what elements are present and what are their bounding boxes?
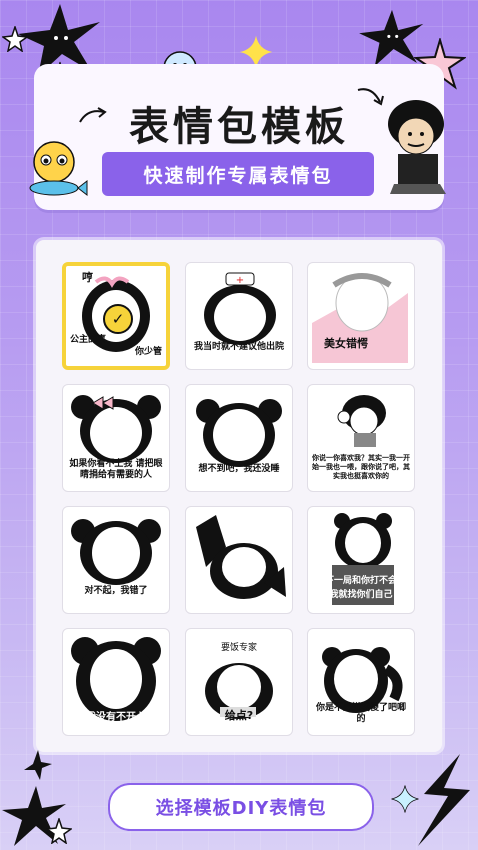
subtitle-banner: 快速制作专属表情包 <box>102 152 374 196</box>
meme-face-icon <box>196 515 286 599</box>
svg-text:+: + <box>236 275 244 286</box>
template-item[interactable]: 哼 ✓ 公主的事 你少管 <box>62 262 170 370</box>
template-item[interactable]: 对不起，我错了 <box>62 506 170 614</box>
template-item[interactable]: 下一局和你打不会 我就找你们自己 <box>307 506 415 614</box>
template-item[interactable] <box>185 506 293 614</box>
template-top-text: 哼 <box>82 271 93 284</box>
template-item[interactable]: 我没有不开心 <box>62 628 170 736</box>
emoji-fish-icon <box>29 141 88 197</box>
template-caption: 给点? <box>224 709 254 722</box>
check-icon: ✓ <box>103 304 133 334</box>
template-item[interactable]: 如果你看不上我 请把眼睛捐给有需要的人 <box>62 384 170 492</box>
template-item[interactable]: 你说一你喜欢我？其实一我一开始一我也一喂，跟你说了吧，其实我也挺喜欢你的 <box>307 384 415 492</box>
template-caption: 美女错愕 <box>324 337 368 350</box>
template-caption: 如果你看不上我 请把眼睛捐给有需要的人 <box>69 459 163 480</box>
template-caption: 公主的事 <box>70 335 107 345</box>
template-caption: 我当时就不建议他出院 <box>193 342 284 352</box>
template-item[interactable]: 美女错愕 <box>307 262 415 370</box>
template-caption: 你是不是嫌我傻了吧唧的 <box>315 703 406 724</box>
meme-character-icon <box>388 100 446 194</box>
template-item[interactable]: 想不到吧，我还没睡 <box>185 384 293 492</box>
small-star-icon <box>46 818 72 844</box>
small-star-icon <box>2 26 28 52</box>
template-item[interactable]: + 我当时就不建议他出院 <box>185 262 293 370</box>
template-caption-2: 你少管 <box>134 347 162 357</box>
template-caption: 下一局和你打不会 <box>324 576 397 586</box>
meme-face-icon <box>312 273 408 363</box>
meme-face-icon <box>196 399 282 467</box>
template-caption: 你说一你喜欢我？其实一我一开始一我也一喂，跟你说了吧，其实我也挺喜欢你的 <box>312 454 410 480</box>
meme-face-icon <box>71 519 161 585</box>
template-caption: 对不起，我错了 <box>84 586 148 596</box>
select-template-button[interactable]: 选择模板DIY表情包 <box>108 783 374 831</box>
template-caption: 想不到吧，我还没睡 <box>198 464 280 474</box>
template-top-text: 要饭专家 <box>220 643 257 653</box>
meme-face-icon: + <box>204 272 276 345</box>
arrow-doodle-icon <box>79 107 107 123</box>
template-item[interactable]: 你是不是嫌我傻了吧唧的 <box>307 628 415 736</box>
template-caption-2: 我就找你们自己 <box>329 590 393 600</box>
sparkle-icon <box>391 785 419 813</box>
template-caption: 我没有不开心 <box>86 712 146 723</box>
template-item[interactable]: 要饭专家 给点? <box>185 628 293 736</box>
